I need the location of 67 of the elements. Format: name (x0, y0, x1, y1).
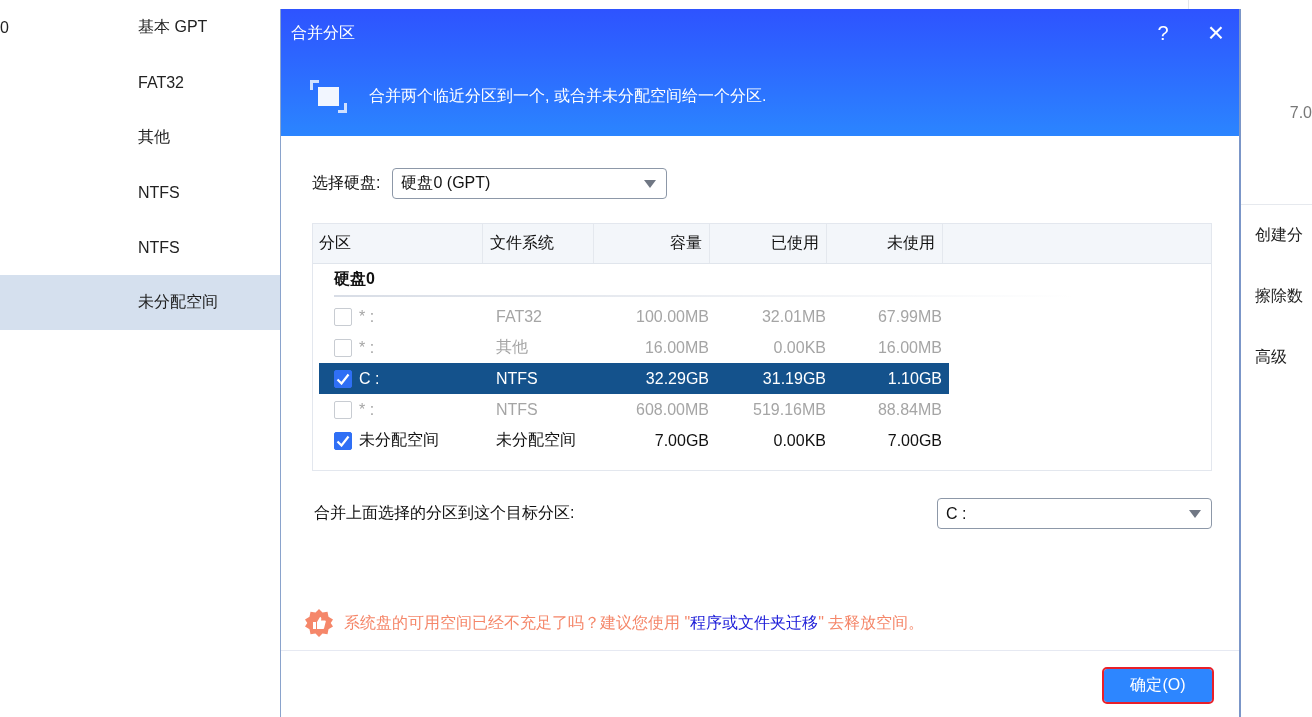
file-system-text: 基本 GPT (138, 17, 208, 37)
partition-name: * : (359, 400, 375, 419)
dropdown-arrow-icon (644, 179, 657, 188)
field-label: 合并上面选择的分区到这个目标分区: (314, 503, 575, 523)
table-cell-text: 67.99MB (876, 307, 943, 326)
table-cell-text: NTFS (495, 400, 539, 419)
column-header: 文件系统 (483, 224, 594, 263)
column-header: 已使用 (710, 224, 827, 263)
table-cell-text: 0.00KB (772, 338, 827, 357)
table-cell-text: 7.00GB (886, 431, 943, 450)
partition-name: 未分配空间 (359, 430, 439, 450)
file-system-text: NTFS (138, 238, 180, 257)
dialog-description: 合并两个临近分区到一个, 或合并未分配空间给一个分区. (369, 86, 767, 106)
table-cell-text: 100.00MB (635, 307, 710, 326)
table-cell-text: 32.29GB (644, 369, 710, 388)
close-button[interactable]: × (1203, 17, 1229, 49)
dropdown[interactable]: 硬盘0 (GPT) (392, 168, 668, 199)
table-cell-text: 未分配空间 (495, 430, 577, 450)
table-cell-text: 32.01MB (760, 307, 827, 326)
group-label: 硬盘0 (334, 269, 375, 289)
list-row[interactable]: NTFS (0, 220, 280, 275)
size-text: 7.0 (1289, 104, 1312, 123)
table-row[interactable]: C : NTFS 32.29GB 31.19GB 1.10GB (319, 363, 949, 394)
table-cell-text: 1.10GB (886, 369, 943, 388)
list-row[interactable]: NTFS (0, 165, 280, 220)
file-system-text: 其他 (138, 127, 170, 147)
table-cell-text: 519.16MB (752, 400, 827, 419)
column-header: 容量 (594, 224, 710, 263)
dropdown-arrow-icon (1189, 509, 1201, 518)
file-system-text: 未分配空间 (138, 292, 218, 312)
dropdown[interactable]: C : (937, 498, 1212, 529)
help-button[interactable]: ? (1150, 21, 1176, 45)
action-item[interactable]: 擦除数 (1255, 286, 1303, 307)
list-row[interactable]: 未分配空间 (0, 275, 280, 330)
table-cell-text: 608.00MB (635, 400, 710, 419)
partition-name: * : (359, 307, 375, 326)
dialog-title: 合并分区 (291, 22, 356, 43)
thumbs-up-icon (304, 608, 334, 638)
table-cell-text: 16.00MB (876, 338, 943, 357)
table-cell-text: 31.19GB (761, 369, 827, 388)
field-label: 选择硬盘: (312, 173, 381, 193)
action-item[interactable]: 高级 (1255, 347, 1287, 368)
file-system-text: NTFS (138, 183, 180, 202)
disk-label: 0 (0, 18, 9, 37)
partition-name: C : (359, 369, 380, 388)
file-system-text: FAT32 (138, 73, 184, 92)
ok-button[interactable]: 确定(O) (1104, 669, 1212, 702)
list-row[interactable]: 0 基本 GPT (0, 0, 280, 55)
list-row[interactable]: FAT32 (0, 55, 280, 110)
table-cell-text: 其他 (495, 337, 529, 357)
table-cell-text: NTFS (495, 369, 539, 388)
table-cell-text: 7.00GB (653, 431, 710, 450)
checkbox[interactable] (334, 431, 352, 450)
table-cell-text: 88.84MB (876, 400, 943, 419)
column-header: 分区 (313, 224, 483, 263)
partition-name: * : (359, 338, 375, 357)
column-header: 未使用 (827, 224, 943, 263)
table-row[interactable]: 未分配空间 未分配空间 7.00GB 0.00KB 7.00GB (319, 425, 949, 456)
migration-link[interactable]: 程序或文件夹迁移 (690, 613, 819, 631)
table-cell-text: FAT32 (495, 307, 543, 326)
action-item[interactable]: 创建分 (1255, 225, 1303, 246)
list-row[interactable]: 其他 (0, 110, 280, 165)
table-cell-text: 0.00KB (772, 431, 827, 450)
table-cell-text: 16.00MB (643, 338, 710, 357)
checkbox[interactable] (334, 369, 352, 388)
merge-icon (310, 80, 347, 113)
tip-text: 系统盘的可用空间已经不充足了吗？建议您使用 "程序或文件夹迁移" 去释放空间。 (344, 612, 925, 633)
